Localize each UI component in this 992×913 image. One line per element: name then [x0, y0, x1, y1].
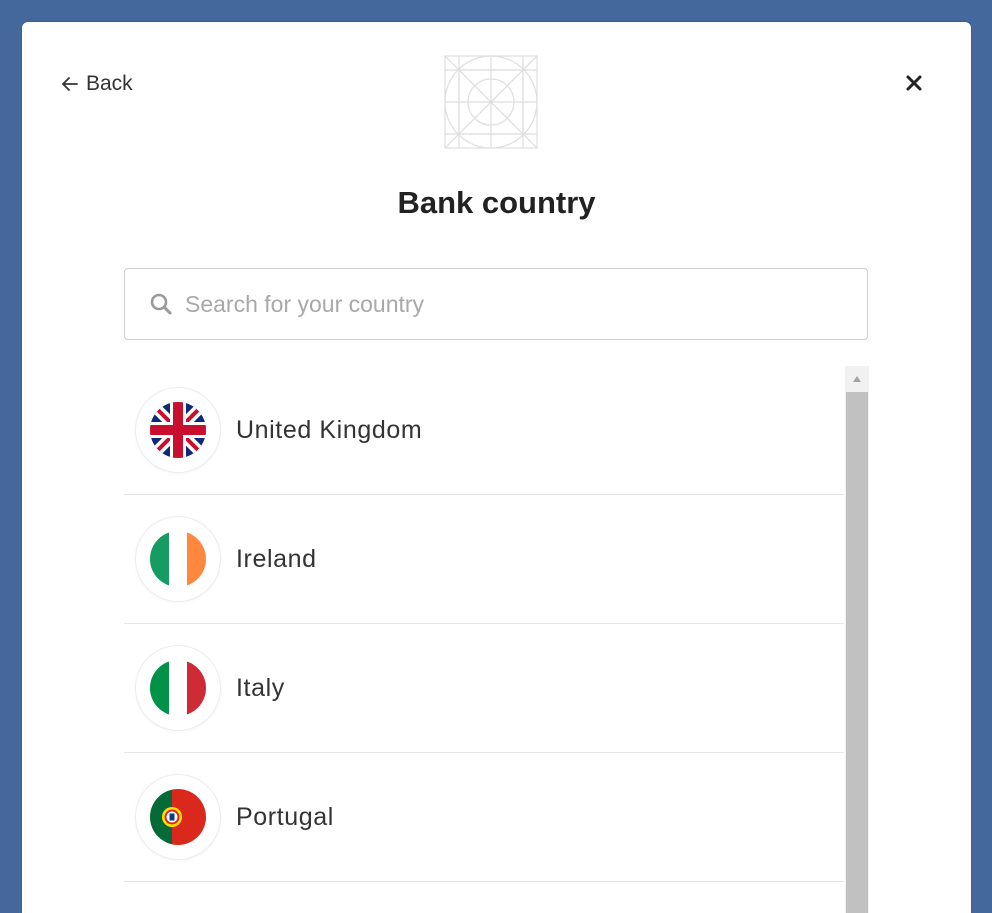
uk-flag-icon	[150, 402, 206, 458]
search-box	[124, 268, 868, 340]
country-list: United Kingdom Ireland Italy Portugal	[124, 366, 844, 913]
country-name: Italy	[236, 673, 285, 702]
flag-container	[136, 388, 220, 472]
country-item-united-kingdom[interactable]: United Kingdom	[124, 366, 844, 495]
bank-logo-placeholder-icon	[444, 55, 538, 149]
bank-country-modal: Back Bank country Search for your countr…	[22, 22, 971, 913]
country-item-portugal[interactable]: Portugal	[124, 753, 844, 882]
search-input[interactable]	[183, 268, 867, 340]
portugal-flag-icon	[150, 789, 206, 845]
arrow-left-icon	[62, 77, 78, 91]
close-icon[interactable]	[901, 70, 927, 96]
ireland-flag-icon	[150, 531, 206, 587]
page-title: Bank country	[397, 185, 596, 220]
scroll-up-button[interactable]	[845, 366, 869, 392]
flag-container	[136, 517, 220, 601]
scroll-thumb[interactable]	[846, 392, 868, 913]
flag-container	[136, 775, 220, 859]
scrollbar[interactable]	[845, 366, 869, 913]
triangle-up-icon	[853, 376, 861, 382]
country-item-ireland[interactable]: Ireland	[124, 495, 844, 624]
back-button[interactable]: Back	[60, 72, 133, 96]
country-name: Ireland	[236, 544, 317, 573]
country-item-italy[interactable]: Italy	[124, 624, 844, 753]
italy-flag-icon	[150, 660, 206, 716]
search-icon	[150, 293, 172, 315]
country-name: Portugal	[236, 802, 334, 831]
country-name: United Kingdom	[236, 415, 423, 444]
flag-container	[136, 646, 220, 730]
back-label: Back	[86, 72, 133, 95]
